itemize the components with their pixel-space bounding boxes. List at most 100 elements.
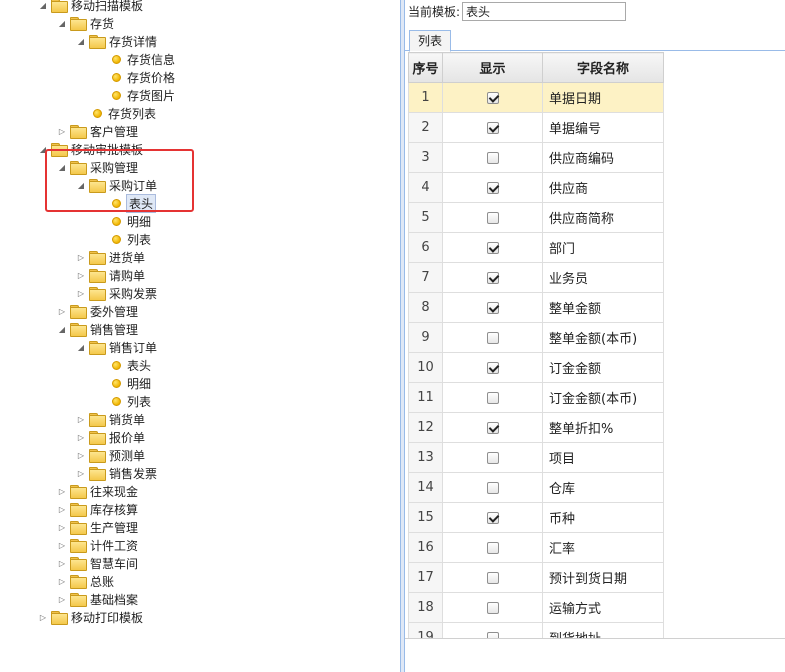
tree-node-label[interactable]: 列表 (126, 231, 152, 248)
tree-folder-node[interactable]: ◢ 移动扫描模板 (37, 0, 144, 14)
tree-node-label[interactable]: 销售订单 (108, 339, 158, 356)
current-template-input[interactable] (462, 1, 627, 21)
show-checkbox[interactable] (486, 91, 499, 104)
expanded-arrow-icon[interactable]: ◢ (75, 35, 87, 47)
grid-row[interactable]: 11 订金金额(本币) (408, 382, 664, 413)
collapsed-arrow-icon[interactable]: ▷ (75, 449, 87, 461)
grid-row[interactable]: 4 供应商 (408, 172, 664, 203)
tree-node-label[interactable]: 存货信息 (126, 51, 176, 68)
grid-row[interactable]: 14 仓库 (408, 472, 664, 503)
tree-folder-node[interactable]: ◢ 销售管理 (56, 320, 139, 338)
tree-folder-node[interactable]: ▷ 采购发票 (75, 284, 158, 302)
tree-node-label[interactable]: 销货单 (108, 411, 146, 428)
tree-folder-node[interactable]: ◢ 销售订单 (75, 338, 158, 356)
tree-node-label[interactable]: 客户管理 (89, 123, 139, 140)
show-checkbox[interactable] (486, 181, 499, 194)
tree-node-label[interactable]: 移动扫描模板 (70, 0, 144, 14)
tree-folder-node[interactable]: ▷ 基础档案 (56, 590, 139, 608)
show-checkbox[interactable] (486, 481, 499, 494)
expanded-arrow-icon[interactable]: ◢ (75, 179, 87, 191)
show-checkbox[interactable] (486, 151, 499, 164)
tree-leaf-node[interactable]: 表头 (112, 356, 152, 374)
tree-folder-node[interactable]: ▷ 请购单 (75, 266, 146, 284)
tree-folder-node[interactable]: ▷ 进货单 (75, 248, 146, 266)
show-checkbox[interactable] (486, 391, 499, 404)
field-grid-viewport[interactable]: 序号 显示 字段名称 1 单据日期 2 单据编号 3 供应商编码 4 供应商 5 供应商简称 6 部门… (408, 52, 785, 638)
tree-folder-node[interactable]: ▷ 移动打印模板 (37, 608, 144, 626)
tree-folder-node[interactable]: ◢ 采购管理 (56, 158, 139, 176)
tree-node-label[interactable]: 移动审批模板 (70, 141, 144, 158)
collapsed-arrow-icon[interactable]: ▷ (75, 251, 87, 263)
tree-node-label[interactable]: 库存核算 (89, 501, 139, 518)
show-checkbox[interactable] (486, 571, 499, 584)
tree-leaf-node[interactable]: 存货列表 (93, 104, 157, 122)
tree-node-label[interactable]: 存货列表 (107, 105, 157, 122)
show-checkbox[interactable] (486, 271, 499, 284)
tree-node-label[interactable]: 委外管理 (89, 303, 139, 320)
tree-node-label[interactable]: 明细 (126, 213, 152, 230)
tree-leaf-node[interactable]: 存货信息 (112, 50, 176, 68)
expanded-arrow-icon[interactable]: ◢ (75, 341, 87, 353)
tree-node-label[interactable]: 采购发票 (108, 285, 158, 302)
collapsed-arrow-icon[interactable]: ▷ (56, 557, 68, 569)
grid-row[interactable]: 1 单据日期 (408, 82, 664, 113)
tree-node-label[interactable]: 往来现金 (89, 483, 139, 500)
collapsed-arrow-icon[interactable]: ▷ (56, 539, 68, 551)
tree-node-label[interactable]: 总账 (89, 573, 115, 590)
tree-node-label[interactable]: 预测单 (108, 447, 146, 464)
tree-node-label[interactable]: 存货价格 (126, 69, 176, 86)
show-checkbox[interactable] (486, 241, 499, 254)
show-checkbox[interactable] (486, 361, 499, 374)
tree-leaf-node[interactable]: 存货价格 (112, 68, 176, 86)
grid-row[interactable]: 15 币种 (408, 502, 664, 533)
show-checkbox[interactable] (486, 511, 499, 524)
grid-row[interactable]: 13 项目 (408, 442, 664, 473)
collapsed-arrow-icon[interactable]: ▷ (56, 305, 68, 317)
tree-node-label[interactable]: 存货图片 (126, 87, 176, 104)
tree-node-label[interactable]: 智慧车间 (89, 555, 139, 572)
collapsed-arrow-icon[interactable]: ▷ (75, 413, 87, 425)
tree-leaf-node[interactable]: 表头 (112, 193, 157, 213)
tree-node-label[interactable]: 基础档案 (89, 591, 139, 608)
grid-row[interactable]: 18 运输方式 (408, 592, 664, 623)
grid-row[interactable]: 3 供应商编码 (408, 142, 664, 173)
show-checkbox[interactable] (486, 421, 499, 434)
expanded-arrow-icon[interactable]: ◢ (37, 143, 49, 155)
grid-row[interactable]: 2 单据编号 (408, 112, 664, 143)
collapsed-arrow-icon[interactable]: ▷ (37, 611, 49, 623)
tree-folder-node[interactable]: ▷ 报价单 (75, 428, 146, 446)
collapsed-arrow-icon[interactable]: ▷ (56, 485, 68, 497)
tree-node-label[interactable]: 采购管理 (89, 159, 139, 176)
tab-list[interactable]: 列表 (409, 30, 452, 52)
tree-node-label[interactable]: 销售发票 (108, 465, 158, 482)
collapsed-arrow-icon[interactable]: ▷ (75, 467, 87, 479)
collapsed-arrow-icon[interactable]: ▷ (75, 287, 87, 299)
tree-leaf-node[interactable]: 列表 (112, 392, 152, 410)
column-header-index[interactable]: 序号 (408, 52, 443, 83)
show-checkbox[interactable] (486, 331, 499, 344)
tree-folder-node[interactable]: ◢ 存货 (56, 14, 115, 32)
tree-folder-node[interactable]: ◢ 存货详情 (75, 32, 158, 50)
tree-leaf-node[interactable]: 明细 (112, 374, 152, 392)
tree-node-label[interactable]: 移动打印模板 (70, 609, 144, 626)
tree-folder-node[interactable]: ▷ 生产管理 (56, 518, 139, 536)
tree-leaf-node[interactable]: 列表 (112, 230, 152, 248)
tree-node-label[interactable]: 报价单 (108, 429, 146, 446)
tree-node-label[interactable]: 存货详情 (108, 33, 158, 50)
grid-row[interactable]: 9 整单金额(本币) (408, 322, 664, 353)
tree-folder-node[interactable]: ▷ 销货单 (75, 410, 146, 428)
collapsed-arrow-icon[interactable]: ▷ (56, 125, 68, 137)
tree-leaf-node[interactable]: 明细 (112, 212, 152, 230)
collapsed-arrow-icon[interactable]: ▷ (56, 575, 68, 587)
collapsed-arrow-icon[interactable]: ▷ (75, 269, 87, 281)
tree-folder-node[interactable]: ▷ 销售发票 (75, 464, 158, 482)
grid-row[interactable]: 12 整单折扣% (408, 412, 664, 443)
show-checkbox[interactable] (486, 601, 499, 614)
grid-row[interactable]: 6 部门 (408, 232, 664, 263)
tree-node-label[interactable]: 明细 (126, 375, 152, 392)
grid-row[interactable]: 7 业务员 (408, 262, 664, 293)
collapsed-arrow-icon[interactable]: ▷ (75, 431, 87, 443)
tree-node-label[interactable]: 表头 (126, 193, 157, 213)
tree-folder-node[interactable]: ▷ 往来现金 (56, 482, 139, 500)
expanded-arrow-icon[interactable]: ◢ (37, 0, 49, 11)
